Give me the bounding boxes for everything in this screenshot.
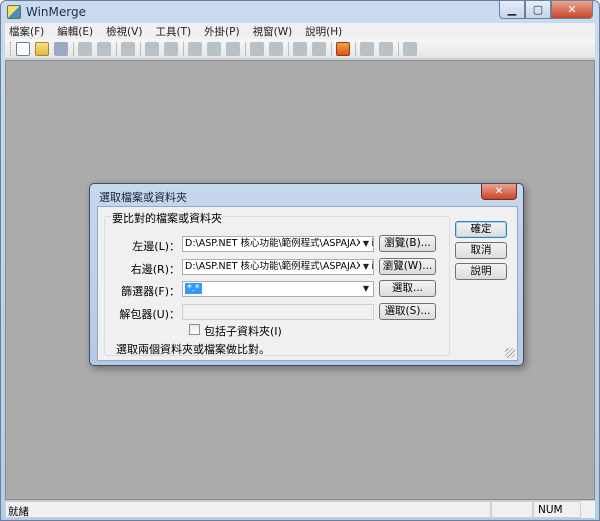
first-diff-icon[interactable] (188, 41, 202, 56)
left-label: 左邊(L)： (132, 240, 180, 253)
toolbar-grip[interactable] (10, 41, 13, 56)
left-path-combo[interactable]: D:\ASP.NET 核心功能\範例程式\ASPAJAX\Tim ▼ (182, 236, 374, 252)
options-icon[interactable] (336, 41, 350, 56)
menu-bar: 檔案(F) 編輯(E) 檢視(V) 工具(T) 外掛(P) 視窗(W) 說明(H… (5, 23, 595, 39)
new-icon[interactable] (16, 41, 30, 56)
filter-label: 篩選器(F)： (121, 285, 180, 298)
left-path-value: D:\ASP.NET 核心功能\範例程式\ASPAJAX\Tim (185, 238, 374, 249)
status-num-lock: NUM (533, 501, 581, 518)
status-pane (491, 501, 533, 518)
dialog-title: 選取檔案或資料夾 (99, 191, 187, 204)
unpacker-label: 解包器(U)： (119, 308, 180, 321)
menu-edit[interactable]: 編輯(E) (57, 24, 93, 39)
prev-diff-icon[interactable] (145, 41, 159, 56)
chevron-down-icon[interactable]: ▼ (360, 238, 372, 250)
toolbar-separator (288, 41, 289, 56)
group-label: 要比對的檔案或資料夾 (111, 210, 223, 226)
menu-help[interactable]: 說明(H) (305, 24, 342, 39)
select-files-dialog: 選取檔案或資料夾 ✕ 要比對的檔案或資料夾 左邊(L)： D:\ASP.NET … (89, 183, 524, 366)
select-filter-button[interactable]: 選取... (379, 280, 436, 297)
collapse-icon[interactable] (379, 41, 393, 56)
ok-button[interactable]: 確定 (455, 221, 507, 238)
dialog-close-button[interactable]: ✕ (481, 184, 517, 200)
status-bar: 就緒 NUM (5, 501, 595, 518)
redo-icon[interactable] (97, 41, 111, 56)
copy-left-icon[interactable] (269, 41, 283, 56)
next-diff-icon[interactable] (164, 41, 178, 56)
menu-tools[interactable]: 工具(T) (155, 24, 191, 39)
size-grip[interactable] (581, 501, 595, 518)
toolbar-separator (245, 41, 246, 56)
refresh-icon[interactable] (121, 41, 135, 56)
expand-icon[interactable] (360, 41, 374, 56)
menu-view[interactable]: 檢視(V) (106, 24, 142, 39)
winmerge-icon (7, 5, 21, 19)
copy-all-right-icon[interactable] (293, 41, 307, 56)
toolbar-separator (331, 41, 332, 56)
save-icon[interactable] (54, 41, 68, 56)
chevron-down-icon[interactable]: ▼ (360, 261, 372, 273)
toolbar-separator (73, 41, 74, 56)
open-icon[interactable] (35, 41, 49, 56)
filter-combo[interactable]: *.* ▼ (182, 281, 374, 297)
title-bar[interactable]: WinMerge ▁ ▢ ✕ (1, 1, 599, 23)
dialog-body: 要比對的檔案或資料夾 左邊(L)： D:\ASP.NET 核心功能\範例程式\A… (97, 206, 518, 361)
dialog-resize-grip[interactable] (505, 348, 515, 358)
help-button[interactable]: 說明 (455, 263, 507, 280)
toolbar-separator (140, 41, 141, 56)
right-path-combo[interactable]: D:\ASP.NET 核心功能\範例程式\ASPAJAX\Tim ▼ (182, 259, 374, 275)
right-path-value: D:\ASP.NET 核心功能\範例程式\ASPAJAX\Tim (185, 261, 374, 272)
unpacker-field (182, 304, 374, 320)
menu-plugins[interactable]: 外掛(P) (204, 24, 240, 39)
menu-file[interactable]: 檔案(F) (9, 24, 44, 39)
include-subfolders-checkbox[interactable] (189, 324, 200, 335)
select-unpacker-button[interactable]: 選取(S)... (379, 303, 436, 320)
browse-right-button[interactable]: 瀏覽(W)... (379, 258, 436, 275)
last-diff-icon[interactable] (226, 41, 240, 56)
toolbar (5, 39, 595, 59)
copy-right-icon[interactable] (250, 41, 264, 56)
toolbar-separator (398, 41, 399, 56)
include-subfolders-label[interactable]: 包括子資料夾(I) (204, 323, 282, 339)
toolbar-separator (116, 41, 117, 56)
minimize-button[interactable]: ▁ (499, 1, 525, 19)
maximize-button[interactable]: ▢ (525, 1, 551, 19)
cancel-button[interactable]: 取消 (455, 242, 507, 259)
chevron-down-icon[interactable]: ▼ (360, 283, 372, 295)
status-text: 就緒 (5, 501, 491, 518)
toolbar-separator (183, 41, 184, 56)
right-label: 右邊(R)： (130, 263, 180, 276)
copy-all-left-icon[interactable] (312, 41, 326, 56)
filter-value: *.* (185, 283, 202, 294)
compare-icon[interactable] (403, 41, 417, 56)
current-diff-icon[interactable] (207, 41, 221, 56)
browse-left-button[interactable]: 瀏覽(B)... (379, 235, 436, 252)
close-button[interactable]: ✕ (551, 1, 593, 19)
menu-window[interactable]: 視窗(W) (253, 24, 293, 39)
window-title: WinMerge (26, 5, 86, 19)
toolbar-separator (355, 41, 356, 56)
undo-icon[interactable] (78, 41, 92, 56)
dialog-hint: 選取兩個資料夾或檔案做比對。 (116, 343, 270, 356)
